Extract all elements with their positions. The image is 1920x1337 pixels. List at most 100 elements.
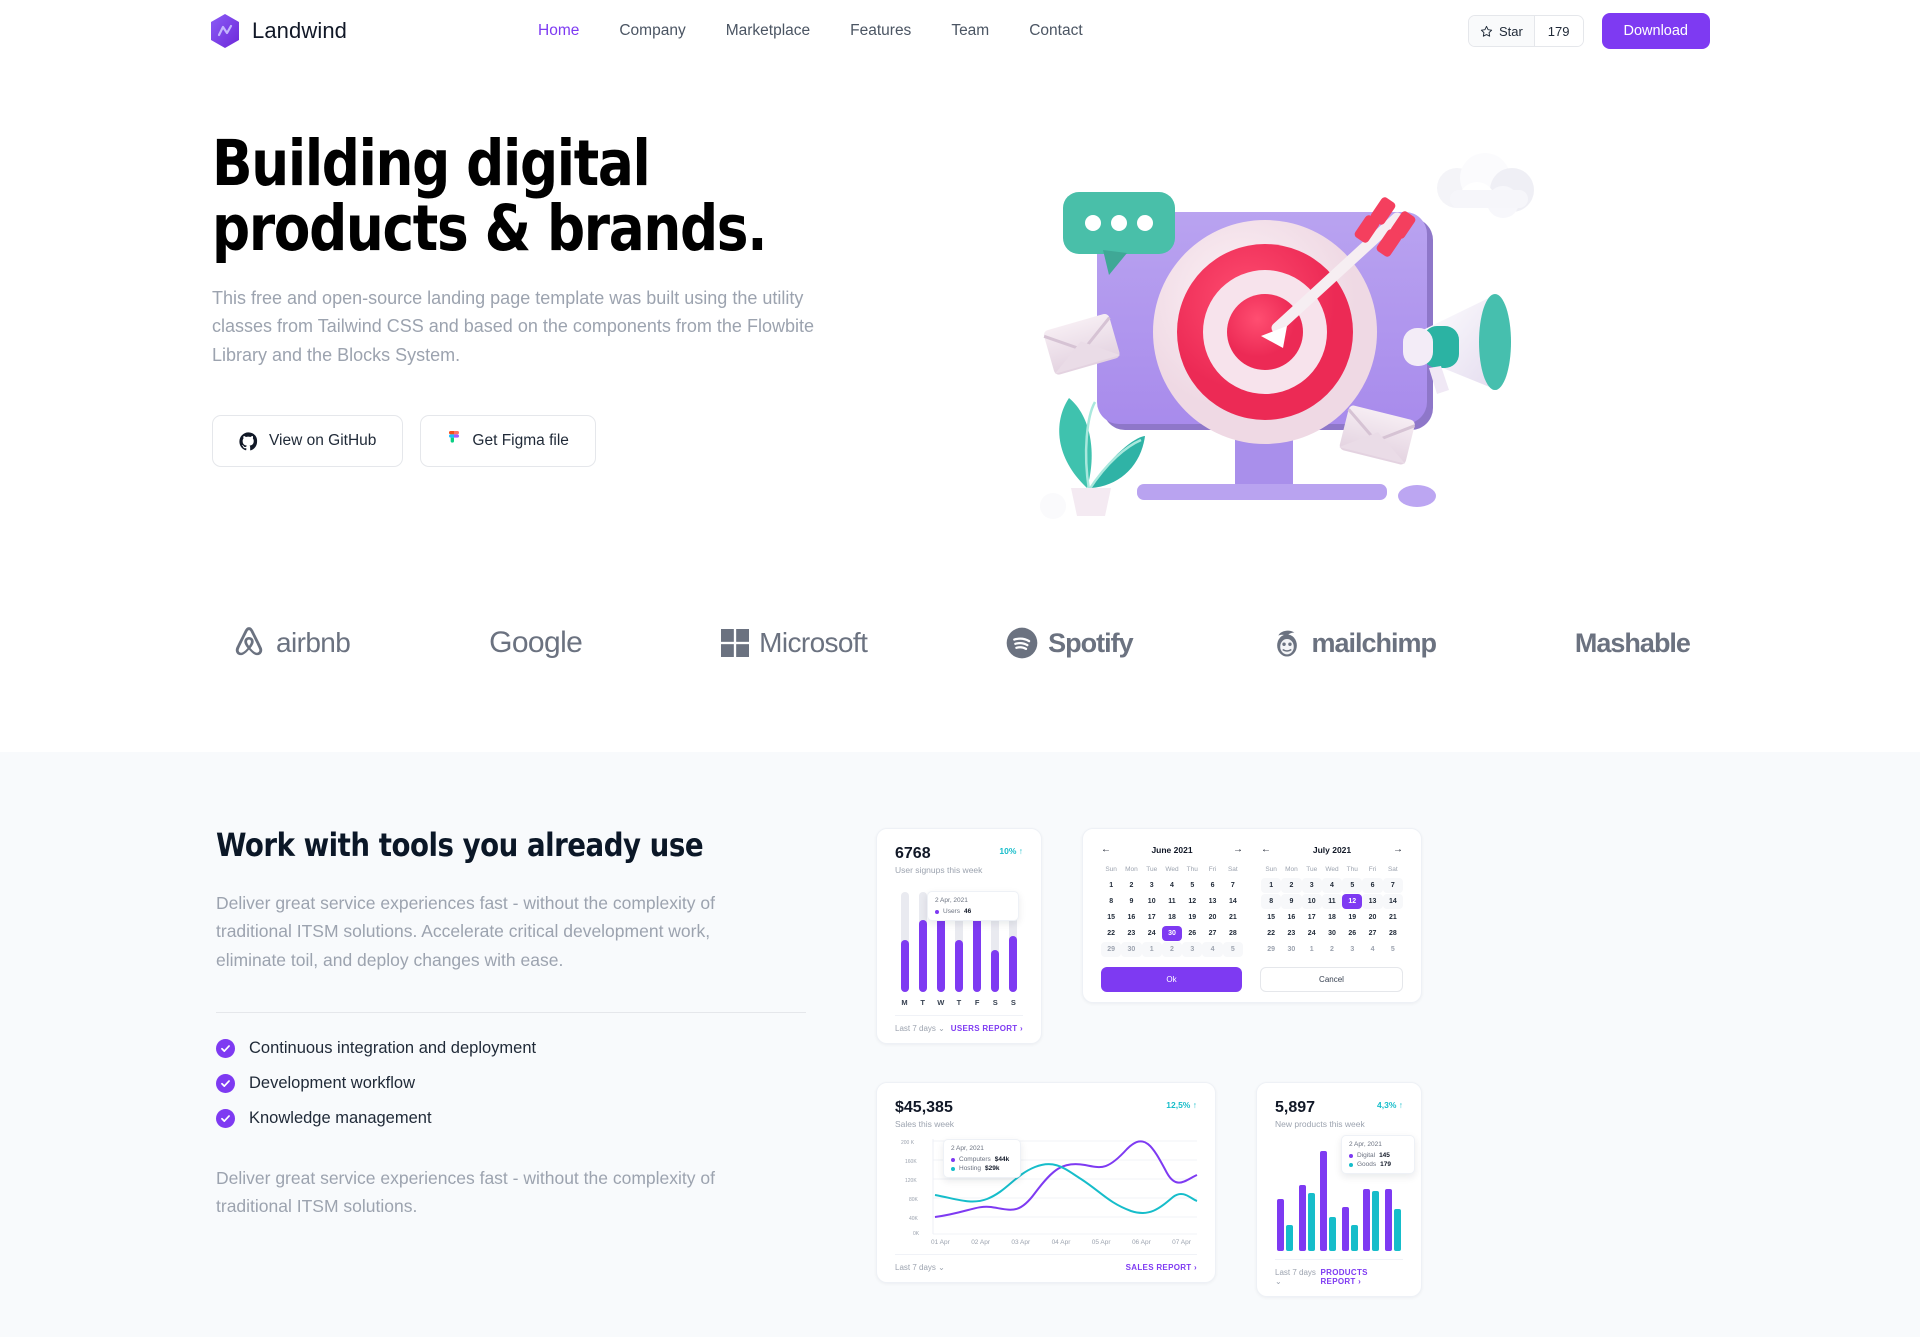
cal-day[interactable]: 22: [1261, 926, 1281, 941]
cal-day[interactable]: 4: [1162, 878, 1182, 893]
logo-spotify[interactable]: Spotify: [1006, 627, 1134, 659]
cal-day[interactable]: 13: [1202, 894, 1222, 909]
download-button[interactable]: Download: [1601, 13, 1710, 49]
cal-day[interactable]: 19: [1342, 910, 1362, 925]
cal-day[interactable]: 24: [1302, 926, 1322, 941]
cal-day[interactable]: 1: [1141, 942, 1162, 957]
nav-link-marketplace[interactable]: Marketplace: [726, 22, 810, 40]
cal-day[interactable]: 3: [1301, 878, 1322, 893]
cal-day[interactable]: 7: [1223, 878, 1243, 893]
cal-day[interactable]: 21: [1223, 910, 1243, 925]
cal-day[interactable]: 5: [1383, 942, 1403, 957]
cal-day[interactable]: 28: [1223, 926, 1243, 941]
nav-link-home[interactable]: Home: [538, 22, 579, 40]
products-report-link[interactable]: PRODUCTS REPORT ›: [1320, 1268, 1403, 1286]
cal-day[interactable]: 3: [1342, 942, 1362, 957]
users-report-link[interactable]: USERS REPORT ›: [951, 1024, 1023, 1033]
cal-day[interactable]: 8: [1261, 894, 1282, 909]
calendar-cancel-button[interactable]: Cancel: [1260, 967, 1403, 992]
cal-day-selected[interactable]: 12: [1342, 894, 1363, 909]
cal-day[interactable]: 26: [1182, 926, 1202, 941]
cal-day[interactable]: 5: [1222, 942, 1243, 957]
cal-day[interactable]: 16: [1281, 910, 1301, 925]
cal-day[interactable]: 17: [1142, 910, 1162, 925]
cal-day[interactable]: 2: [1322, 942, 1342, 957]
cal-day[interactable]: 26: [1342, 926, 1362, 941]
cal-day[interactable]: 1: [1261, 878, 1282, 893]
cal-day[interactable]: 9: [1121, 894, 1141, 909]
cal-day[interactable]: 4: [1362, 942, 1382, 957]
cal-day[interactable]: 21: [1383, 910, 1403, 925]
cal-day[interactable]: 30: [1281, 942, 1301, 957]
cal-day[interactable]: 9: [1281, 894, 1302, 909]
cal-day[interactable]: 20: [1202, 910, 1222, 925]
cal-day[interactable]: 22: [1101, 926, 1121, 941]
cal-day[interactable]: 28: [1383, 926, 1403, 941]
sales-report-link[interactable]: SALES REPORT ›: [1126, 1263, 1197, 1272]
cal-day[interactable]: 23: [1281, 926, 1301, 941]
arrow-right-icon[interactable]: →: [1233, 845, 1243, 855]
cal-day[interactable]: 27: [1362, 926, 1382, 941]
signups-range-dropdown[interactable]: Last 7 days ⌄: [895, 1024, 945, 1033]
cal-day[interactable]: 12: [1182, 894, 1202, 909]
cal-day[interactable]: 1: [1101, 878, 1121, 893]
cal-day[interactable]: 2: [1161, 942, 1183, 957]
cal-day[interactable]: 29: [1261, 942, 1281, 957]
get-figma-file-button[interactable]: Get Figma file: [420, 415, 596, 468]
cal-day[interactable]: 19: [1182, 910, 1202, 925]
cal-day[interactable]: 10: [1301, 894, 1322, 909]
cal-day[interactable]: 24: [1142, 926, 1162, 941]
cal-day[interactable]: 18: [1322, 910, 1342, 925]
cal-day[interactable]: 11: [1162, 894, 1182, 909]
products-range-dropdown[interactable]: Last 7 days ⌄: [1275, 1268, 1320, 1286]
logo-mailchimp[interactable]: mailchimp: [1272, 627, 1437, 659]
cal-day[interactable]: 15: [1101, 910, 1121, 925]
cal-day[interactable]: 18: [1162, 910, 1182, 925]
logo-mashable[interactable]: Mashable: [1575, 628, 1691, 659]
cal-day[interactable]: 3: [1182, 942, 1203, 957]
nav-link-features[interactable]: Features: [850, 22, 911, 40]
cal-day[interactable]: 16: [1121, 910, 1141, 925]
arrow-right-icon[interactable]: →: [1393, 845, 1403, 855]
arrow-left-icon[interactable]: ←: [1261, 845, 1271, 855]
sales-range-dropdown[interactable]: Last 7 days ⌄: [895, 1263, 945, 1272]
calendar-ok-button[interactable]: Ok: [1101, 967, 1242, 992]
cal-day[interactable]: 14: [1223, 894, 1243, 909]
cal-day[interactable]: 3: [1142, 878, 1162, 893]
cal-day[interactable]: 5: [1342, 878, 1363, 893]
nav-link-company[interactable]: Company: [619, 22, 685, 40]
star-button[interactable]: Star: [1468, 16, 1534, 46]
brand-logo-group[interactable]: Landwind: [210, 14, 510, 48]
cal-day[interactable]: 6: [1362, 878, 1383, 893]
cal-day[interactable]: 20: [1362, 910, 1382, 925]
nav-link-contact[interactable]: Contact: [1029, 22, 1082, 40]
cal-day[interactable]: 4: [1321, 878, 1343, 893]
cal-day[interactable]: 15: [1261, 910, 1281, 925]
cal-day[interactable]: 11: [1321, 894, 1343, 909]
cal-day[interactable]: 1: [1302, 942, 1322, 957]
cal-day[interactable]: 7: [1382, 878, 1403, 893]
cal-day[interactable]: 8: [1101, 894, 1121, 909]
cal-day[interactable]: 17: [1302, 910, 1322, 925]
cal-day[interactable]: 6: [1202, 878, 1222, 893]
cal-day[interactable]: 10: [1142, 894, 1162, 909]
cal-day[interactable]: 27: [1202, 926, 1222, 941]
logo-microsoft[interactable]: Microsoft: [721, 627, 868, 659]
cal-day[interactable]: 29: [1101, 942, 1122, 957]
cal-day-selected[interactable]: 30: [1161, 926, 1183, 941]
cal-day[interactable]: 14: [1382, 894, 1403, 909]
logo-airbnb[interactable]: airbnb: [232, 625, 351, 661]
cal-day[interactable]: 5: [1182, 878, 1202, 893]
arrow-left-icon[interactable]: ←: [1101, 845, 1111, 855]
cal-day[interactable]: 23: [1121, 926, 1141, 941]
cal-day[interactable]: 4: [1202, 942, 1223, 957]
logo-google[interactable]: Google: [489, 626, 583, 660]
cal-day[interactable]: 13: [1362, 894, 1383, 909]
cal-day[interactable]: 2: [1121, 878, 1141, 893]
star-count[interactable]: 179: [1533, 16, 1583, 46]
nav-link-team[interactable]: Team: [951, 22, 989, 40]
cal-day[interactable]: 30: [1322, 926, 1342, 941]
cal-day[interactable]: 2: [1281, 878, 1302, 893]
view-on-github-button[interactable]: View on GitHub: [212, 415, 404, 468]
cal-day[interactable]: 30: [1121, 942, 1142, 957]
